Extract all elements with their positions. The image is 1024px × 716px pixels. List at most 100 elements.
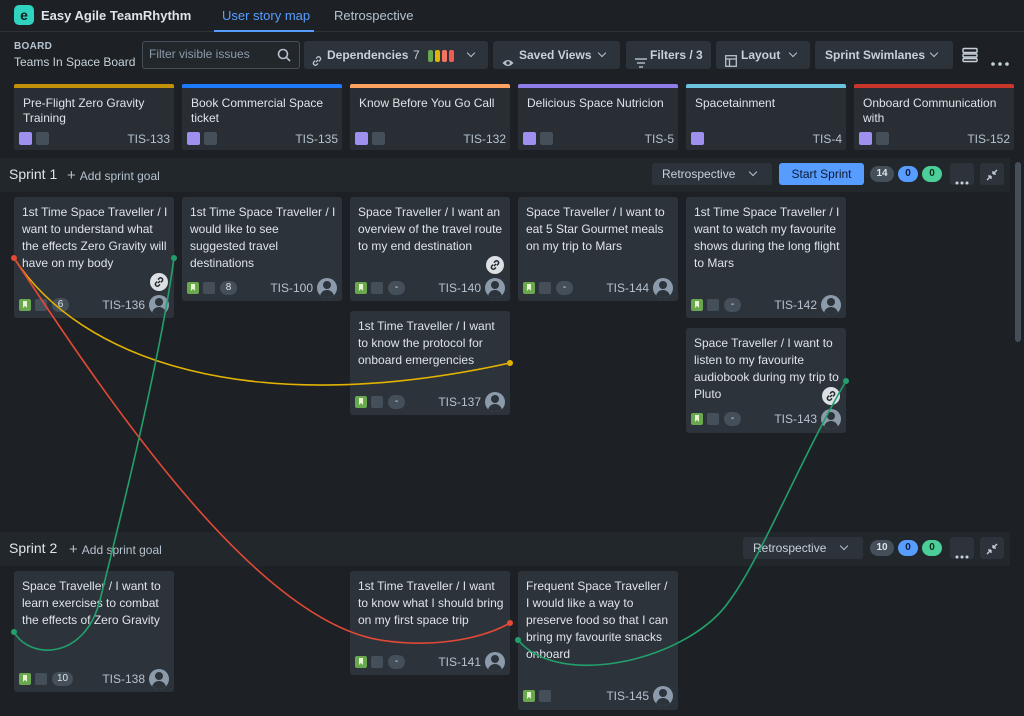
issue-key[interactable]: TIS-136 bbox=[102, 298, 145, 312]
issue-key[interactable]: TIS-138 bbox=[102, 672, 145, 686]
filters-button[interactable]: Filters / 3 bbox=[626, 41, 711, 69]
story-card[interactable]: 1st Time Space Traveller / I want to wat… bbox=[686, 197, 846, 318]
story-card[interactable]: Space Traveller / I want to learn exerci… bbox=[14, 571, 174, 692]
tab-user-story-map[interactable]: User story map bbox=[222, 8, 310, 23]
assignee-avatar[interactable] bbox=[149, 295, 169, 315]
story-card[interactable]: 1st Time Space Traveller / I would like … bbox=[182, 197, 342, 301]
link-icon[interactable] bbox=[486, 256, 504, 274]
filter-search-input[interactable] bbox=[149, 47, 273, 61]
estimate-badge[interactable]: - bbox=[724, 298, 741, 312]
swimlanes-button[interactable]: Sprint Swimlanes bbox=[815, 41, 953, 69]
layout-button[interactable]: Layout bbox=[716, 41, 810, 69]
add-sprint-goal-button[interactable]: + Add sprint goal bbox=[67, 167, 160, 184]
add-sprint-goal-button[interactable]: + Add sprint goal bbox=[69, 541, 162, 558]
assignee-avatar[interactable] bbox=[653, 278, 673, 298]
story-card[interactable]: Space Traveller / I want to eat 5 Star G… bbox=[518, 197, 678, 301]
link-icon[interactable] bbox=[150, 273, 168, 291]
todo-count-badge: 14 bbox=[870, 166, 894, 182]
story-card[interactable]: 1st Time Space Traveller / I want to und… bbox=[14, 197, 174, 318]
retrospective-dropdown[interactable]: Retrospective bbox=[652, 163, 772, 185]
estimate-badge[interactable]: 8 bbox=[220, 281, 237, 295]
more-options-button[interactable] bbox=[988, 43, 1012, 67]
epic-key[interactable]: TIS-132 bbox=[463, 132, 506, 146]
estimate-badge[interactable]: - bbox=[556, 281, 573, 295]
status-icon bbox=[371, 656, 383, 668]
view-settings-button[interactable] bbox=[958, 43, 982, 67]
tab-retrospective[interactable]: Retrospective bbox=[334, 8, 413, 23]
estimate-badge[interactable]: - bbox=[724, 412, 741, 426]
stack-icon bbox=[962, 47, 978, 68]
issue-key[interactable]: TIS-100 bbox=[270, 281, 313, 295]
vertical-scrollbar[interactable] bbox=[1014, 160, 1022, 716]
story-card[interactable]: 1st Time Traveller / I want to know what… bbox=[350, 571, 510, 675]
epic-type-icon bbox=[523, 132, 536, 145]
start-sprint-button[interactable]: Start Sprint bbox=[779, 163, 864, 185]
issue-key[interactable]: TIS-140 bbox=[438, 281, 481, 295]
estimate-badge[interactable]: 10 bbox=[52, 672, 74, 686]
todo-count-badge: 10 bbox=[870, 540, 894, 556]
assignee-avatar[interactable] bbox=[653, 686, 673, 706]
status-icon bbox=[539, 690, 551, 702]
collapse-sprint-button[interactable] bbox=[980, 537, 1004, 559]
epic-card[interactable]: Spacetainment TIS-4 bbox=[686, 84, 846, 150]
epic-title: Know Before You Go Call bbox=[359, 96, 495, 110]
story-summary: 1st Time Space Traveller / I want to und… bbox=[22, 205, 168, 270]
filter-search-box[interactable] bbox=[142, 41, 300, 69]
link-icon[interactable] bbox=[822, 387, 840, 405]
sprint-title[interactable]: Sprint 1 bbox=[9, 166, 57, 182]
ellipsis-icon bbox=[954, 172, 970, 190]
saved-views-label: Saved Views bbox=[519, 48, 592, 62]
retrospective-label: Retrospective bbox=[662, 167, 736, 181]
retrospective-dropdown[interactable]: Retrospective bbox=[743, 537, 863, 559]
sprint-more-button[interactable] bbox=[950, 163, 974, 185]
epic-key[interactable]: TIS-4 bbox=[813, 132, 842, 146]
story-card[interactable]: 1st Time Traveller / I want to know the … bbox=[350, 311, 510, 415]
epic-card[interactable]: Delicious Space Nutricion TIS-5 bbox=[518, 84, 678, 150]
epic-card[interactable]: Pre-Flight Zero Gravity Training TIS-133 bbox=[14, 84, 174, 150]
saved-views-button[interactable]: Saved Views bbox=[493, 41, 620, 69]
estimate-badge[interactable]: - bbox=[388, 281, 405, 295]
issue-key[interactable]: TIS-137 bbox=[438, 395, 481, 409]
estimate-badge[interactable]: - bbox=[388, 655, 405, 669]
sprint-more-button[interactable] bbox=[950, 537, 974, 559]
epic-key[interactable]: TIS-5 bbox=[645, 132, 674, 146]
dependencies-count: 7 bbox=[413, 48, 420, 62]
epic-key[interactable]: TIS-133 bbox=[127, 132, 170, 146]
assignee-avatar[interactable] bbox=[485, 392, 505, 412]
epic-card[interactable]: Book Commercial Space ticket TIS-135 bbox=[182, 84, 342, 150]
sprint-title[interactable]: Sprint 2 bbox=[9, 540, 57, 556]
assignee-avatar[interactable] bbox=[317, 278, 337, 298]
scrollbar-thumb[interactable] bbox=[1015, 162, 1021, 342]
issue-key[interactable]: TIS-143 bbox=[774, 412, 817, 426]
assignee-avatar[interactable] bbox=[821, 409, 841, 429]
epic-card[interactable]: Onboard Communication with TIS-152 bbox=[854, 84, 1014, 150]
assignee-avatar[interactable] bbox=[485, 278, 505, 298]
story-card[interactable]: Space Traveller / I want an overview of … bbox=[350, 197, 510, 301]
collapse-sprint-button[interactable] bbox=[980, 163, 1004, 185]
issue-key[interactable]: TIS-144 bbox=[606, 281, 649, 295]
issue-key[interactable]: TIS-142 bbox=[774, 298, 817, 312]
issue-key[interactable]: TIS-141 bbox=[438, 655, 481, 669]
estimate-badge[interactable]: - bbox=[388, 395, 405, 409]
epic-card[interactable]: Know Before You Go Call TIS-132 bbox=[350, 84, 510, 150]
story-type-icon bbox=[19, 673, 31, 685]
story-card[interactable]: Frequent Space Traveller / I would like … bbox=[518, 571, 678, 710]
chevron-down-icon bbox=[839, 541, 849, 551]
assignee-avatar[interactable] bbox=[149, 669, 169, 689]
story-type-icon bbox=[523, 690, 535, 702]
search-icon[interactable] bbox=[277, 48, 291, 67]
estimate-badge[interactable]: 6 bbox=[52, 298, 69, 312]
dependencies-button[interactable]: Dependencies 7 bbox=[304, 41, 488, 69]
eye-icon bbox=[502, 50, 514, 78]
epic-key[interactable]: TIS-152 bbox=[967, 132, 1010, 146]
chevron-down-icon bbox=[466, 48, 476, 58]
assignee-avatar[interactable] bbox=[821, 295, 841, 315]
board-name[interactable]: Teams In Space Board bbox=[14, 55, 135, 69]
app-logo-icon[interactable]: e bbox=[14, 5, 34, 25]
epic-key[interactable]: TIS-135 bbox=[295, 132, 338, 146]
story-card[interactable]: Space Traveller / I want to listen to my… bbox=[686, 328, 846, 433]
assignee-avatar[interactable] bbox=[485, 652, 505, 672]
issue-key[interactable]: TIS-145 bbox=[606, 689, 649, 703]
layout-icon bbox=[725, 49, 737, 77]
board-toolbar: BOARD Teams In Space Board Dependencies … bbox=[0, 32, 1024, 76]
